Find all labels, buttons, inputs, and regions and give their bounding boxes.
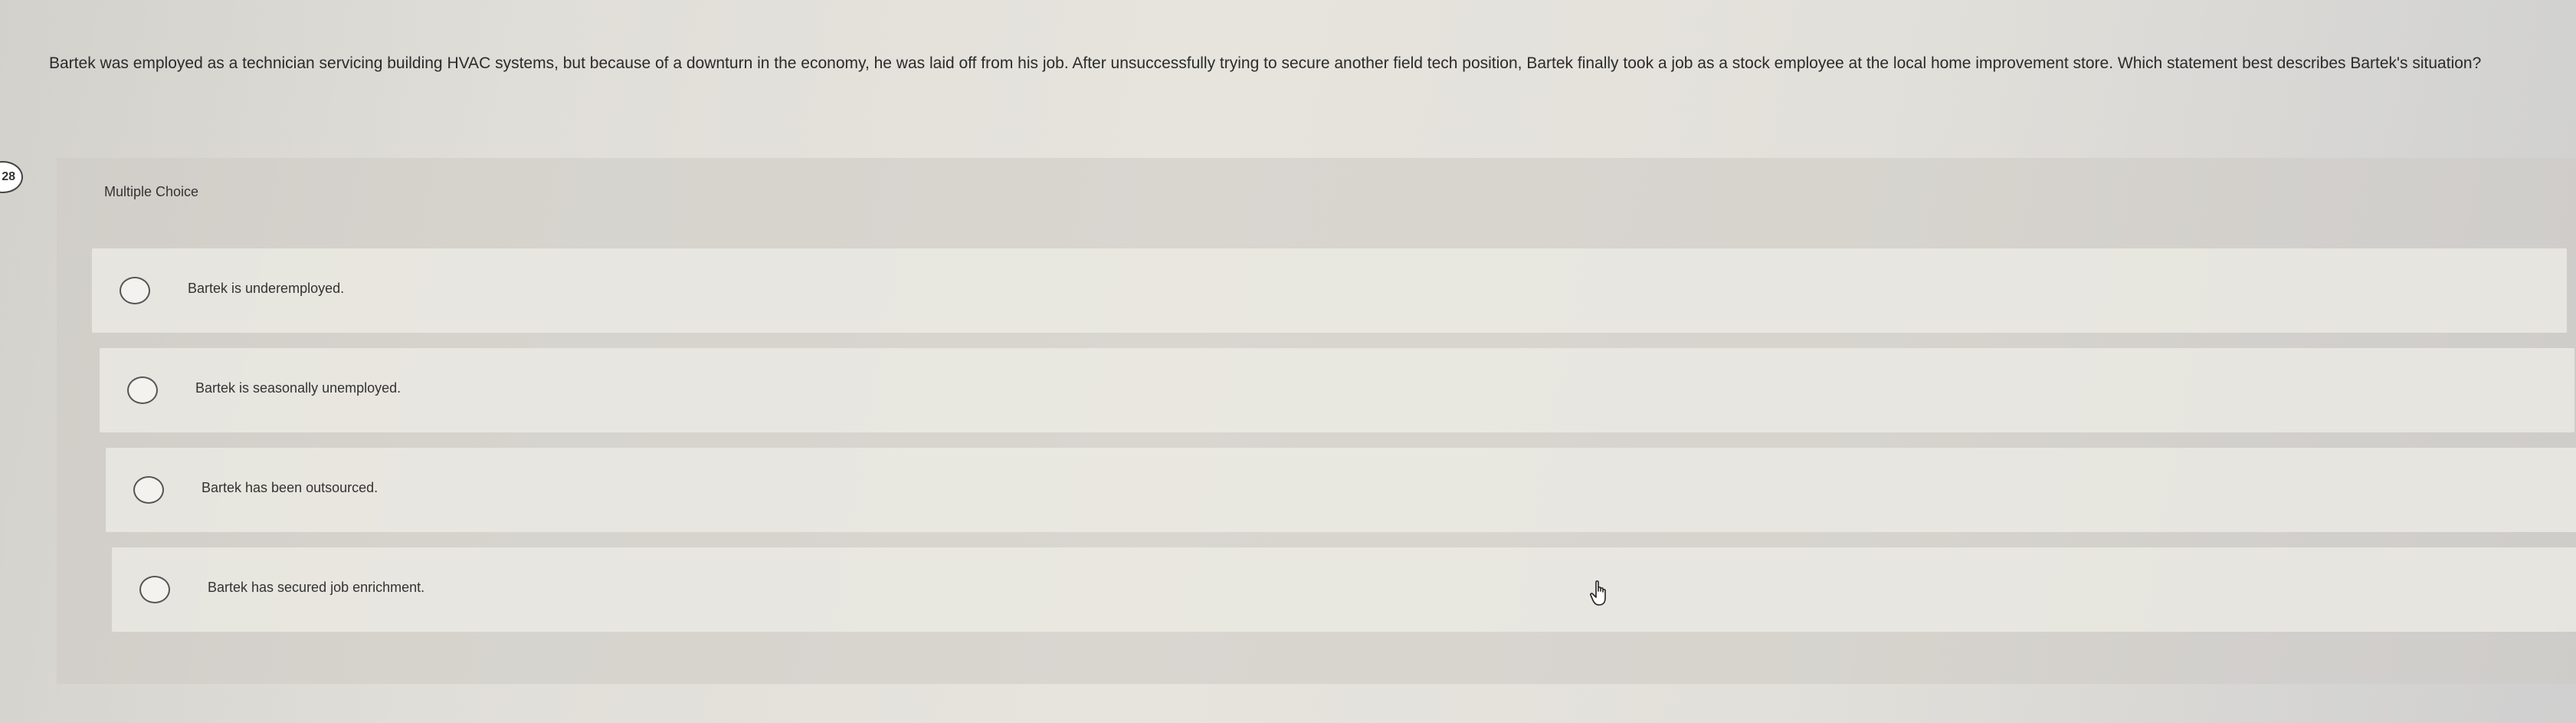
question-text: Bartek was employed as a technician serv… (49, 54, 2482, 72)
hand-pointer-icon (1590, 580, 1606, 606)
answer-option-label: Bartek has secured job enrichment. (208, 580, 425, 595)
radio-button[interactable] (139, 576, 170, 603)
question-type-label: Multiple Choice (104, 184, 199, 199)
answer-option-2[interactable]: Bartek is seasonally unemployed. (100, 348, 2574, 432)
answer-option-label: Bartek is seasonally unemployed. (195, 380, 401, 396)
question-number-badge: 28 (0, 161, 23, 193)
answer-option-label: Bartek has been outsourced. (202, 480, 379, 495)
answer-option-1[interactable]: Bartek is underemployed. (92, 248, 2567, 333)
radio-button[interactable] (127, 376, 158, 404)
radio-button[interactable] (120, 277, 150, 304)
radio-button[interactable] (133, 476, 164, 504)
answer-option-3[interactable]: Bartek has been outsourced. (106, 448, 2576, 532)
answer-option-label: Bartek is underemployed. (188, 281, 345, 296)
answer-option-4[interactable]: Bartek has secured job enrichment. (112, 547, 2576, 632)
